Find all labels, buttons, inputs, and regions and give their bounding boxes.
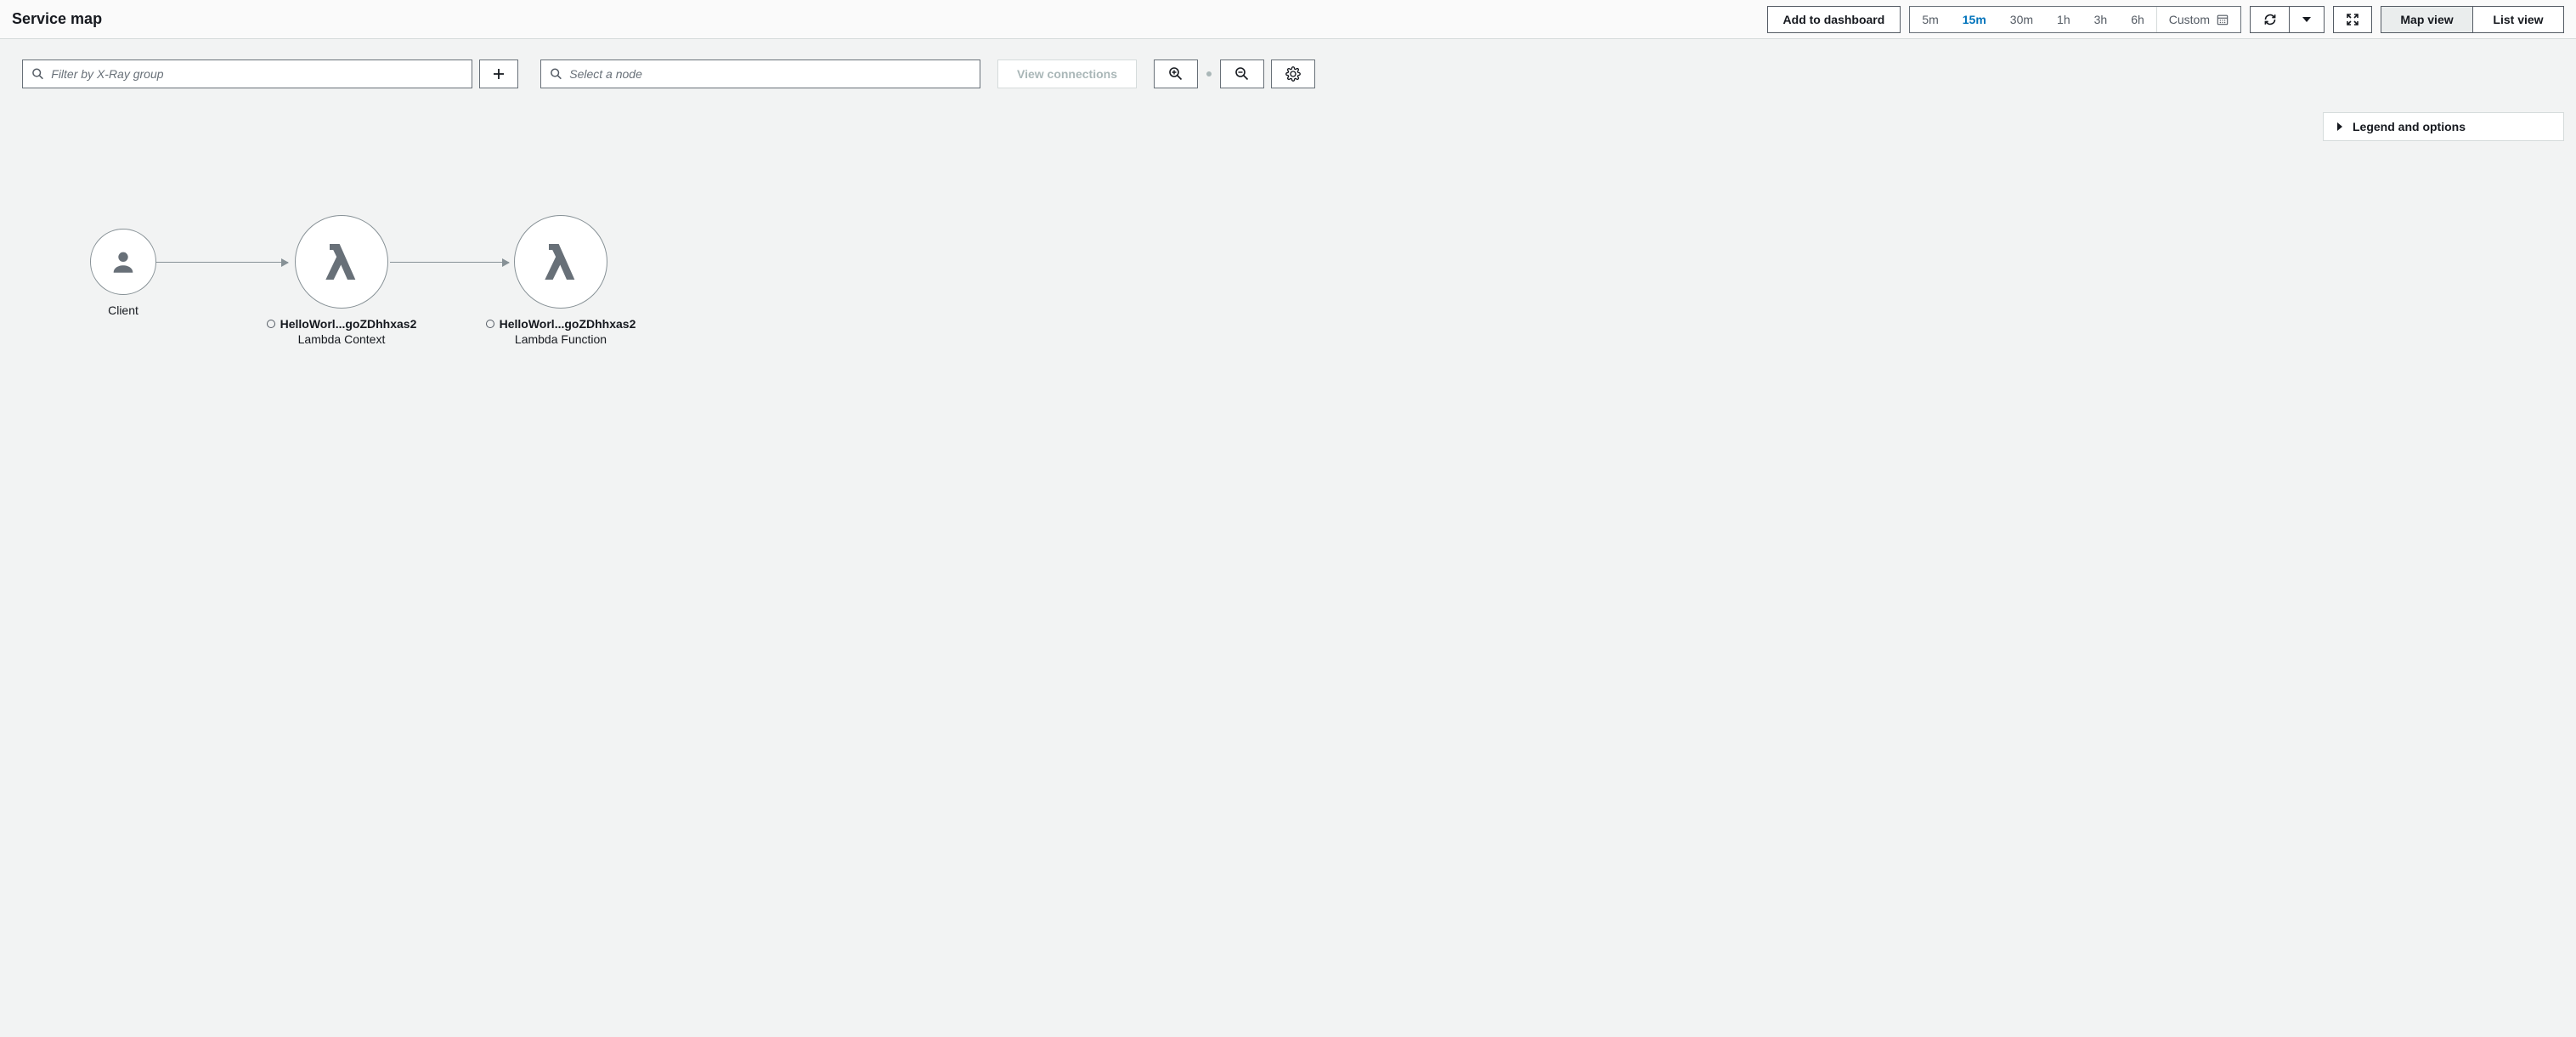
select-node-input-wrap[interactable] bbox=[540, 60, 980, 88]
select-node-input[interactable] bbox=[569, 67, 971, 81]
node-client[interactable]: Client bbox=[47, 229, 200, 317]
search-icon bbox=[550, 67, 562, 81]
time-6h[interactable]: 6h bbox=[2119, 7, 2156, 32]
node-func-circle bbox=[514, 215, 607, 309]
zoom-level-indicator bbox=[1206, 71, 1212, 76]
status-ok-icon bbox=[486, 320, 494, 328]
refresh-group bbox=[2250, 6, 2325, 33]
map-view-button[interactable]: Map view bbox=[2381, 6, 2472, 33]
calendar-icon bbox=[2217, 14, 2229, 26]
search-icon bbox=[31, 67, 44, 81]
zoom-controls bbox=[1154, 60, 1264, 88]
settings-button[interactable] bbox=[1271, 60, 1315, 88]
time-custom-label: Custom bbox=[2169, 13, 2210, 26]
node-client-circle bbox=[90, 229, 156, 295]
time-1h[interactable]: 1h bbox=[2045, 7, 2082, 32]
node-func-subtitle: Lambda Function bbox=[484, 332, 637, 346]
refresh-icon bbox=[2263, 13, 2277, 26]
node-context-circle bbox=[295, 215, 388, 309]
time-3h[interactable]: 3h bbox=[2082, 7, 2120, 32]
node-context-subtitle: Lambda Context bbox=[265, 332, 418, 346]
time-30m[interactable]: 30m bbox=[1998, 7, 2045, 32]
header-actions: Add to dashboard 5m 15m 30m 1h 3h 6h Cus… bbox=[1767, 6, 2564, 33]
add-filter-button[interactable] bbox=[479, 60, 518, 88]
view-toggle: Map view List view bbox=[2381, 6, 2564, 33]
zoom-in-button[interactable] bbox=[1154, 60, 1198, 88]
filter-group-input[interactable] bbox=[51, 67, 463, 81]
time-range-selector: 5m 15m 30m 1h 3h 6h Custom bbox=[1909, 6, 2241, 33]
zoom-in-icon bbox=[1168, 66, 1183, 82]
list-view-button[interactable]: List view bbox=[2472, 6, 2564, 33]
node-context-title: HelloWorl...goZDhhxas2 bbox=[280, 317, 417, 331]
page-title: Service map bbox=[12, 10, 102, 28]
refresh-button[interactable] bbox=[2250, 6, 2289, 33]
caret-down-icon bbox=[2302, 15, 2311, 24]
lambda-icon bbox=[318, 238, 365, 286]
user-icon bbox=[109, 247, 138, 276]
expand-icon bbox=[2346, 13, 2359, 26]
plus-icon bbox=[492, 67, 506, 81]
status-ok-icon bbox=[267, 320, 275, 328]
lambda-icon bbox=[537, 238, 585, 286]
header-bar: Service map Add to dashboard 5m 15m 30m … bbox=[0, 0, 2576, 39]
toolbar: View connections bbox=[0, 39, 2576, 88]
view-connections-button: View connections bbox=[997, 60, 1137, 88]
time-15m[interactable]: 15m bbox=[1951, 7, 1998, 32]
zoom-out-icon bbox=[1234, 66, 1250, 82]
node-func-title-row: HelloWorl...goZDhhxas2 bbox=[484, 317, 637, 331]
refresh-options-button[interactable] bbox=[2289, 6, 2325, 33]
filter-group-input-wrap[interactable] bbox=[22, 60, 472, 88]
node-func-title: HelloWorl...goZDhhxas2 bbox=[500, 317, 636, 331]
node-lambda-context[interactable]: HelloWorl...goZDhhxas2 Lambda Context bbox=[265, 215, 418, 346]
service-map-canvas[interactable]: Client HelloWorl...goZDhhxas2 Lambda Con… bbox=[0, 88, 2576, 564]
add-to-dashboard-button[interactable]: Add to dashboard bbox=[1767, 6, 1901, 33]
gear-icon bbox=[1285, 66, 1301, 82]
node-context-title-row: HelloWorl...goZDhhxas2 bbox=[265, 317, 418, 331]
node-lambda-function[interactable]: HelloWorl...goZDhhxas2 Lambda Function bbox=[484, 215, 637, 346]
time-5m[interactable]: 5m bbox=[1910, 7, 1950, 32]
node-client-title: Client bbox=[47, 303, 200, 317]
time-custom[interactable]: Custom bbox=[2157, 7, 2240, 32]
zoom-out-button[interactable] bbox=[1220, 60, 1264, 88]
fullscreen-button[interactable] bbox=[2333, 6, 2372, 33]
